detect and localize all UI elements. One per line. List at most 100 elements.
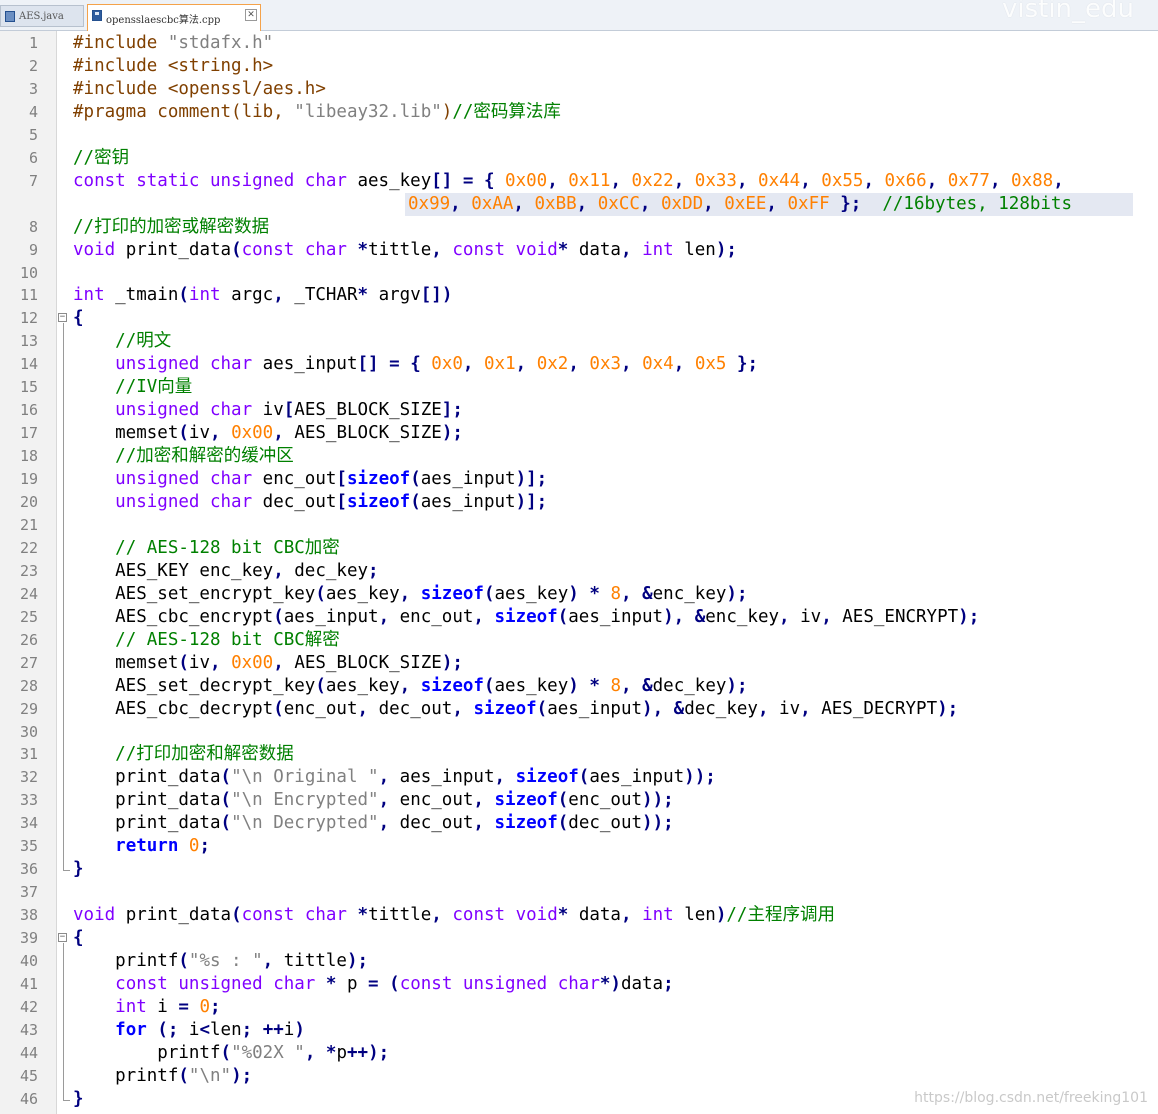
code-token: unsigned char: [115, 469, 253, 490]
code-token: (: [178, 285, 189, 306]
fold-toggle-icon[interactable]: −: [58, 313, 67, 323]
code-token: const unsigned char: [399, 973, 600, 994]
code-token: (: [220, 1042, 232, 1063]
code-token: (: [483, 675, 495, 696]
code-token: 0x33: [694, 170, 737, 191]
code-line: 31 //打印加密和解密数据: [0, 743, 1158, 766]
code-line: 11 int _tmain(int argc, _TCHAR* argv[]): [0, 284, 1158, 307]
code-token: iv: [188, 423, 210, 444]
code-token: const static unsigned char: [73, 170, 347, 191]
code-token: //打印的加密或解密数据: [73, 216, 270, 237]
code-editor[interactable]: 1 #include "stdafx.h" 2 #include <string.h>…: [0, 31, 1158, 1114]
code-line-wrapped: 0x99, 0xAA, 0xBB, 0xCC, 0xDD, 0xEE, 0xFF…: [0, 192, 1158, 216]
code-token: 0x00: [231, 652, 274, 673]
code-token: 0xDD: [661, 193, 704, 214]
code-token: print_data: [73, 790, 221, 811]
code-token: ,: [863, 170, 874, 191]
code-line: 45 printf("\n");: [0, 1065, 1158, 1088]
code-token: ): [568, 583, 579, 604]
code-line: 34 print_data("\n Decrypted", dec_out, s…: [0, 812, 1158, 835]
line-number: 3: [28, 79, 38, 98]
code-text: AES_set_decrypt_key(aes_key, sizeof(aes_…: [73, 675, 747, 698]
code-token: ,: [821, 606, 832, 627]
code-token: 0x2: [536, 354, 569, 375]
code-text: printf("\n");: [73, 1065, 252, 1088]
code-text: //打印加密和解密数据: [73, 743, 294, 766]
code-token: enc_key: [705, 606, 780, 627]
code-token: p: [336, 973, 369, 994]
code-token: "stdafx.h": [167, 33, 274, 53]
code-token: ,: [431, 905, 442, 926]
code-token: aes_key: [325, 675, 400, 696]
code-token: dec_out: [568, 813, 643, 834]
code-token: AES_DECRYPT: [810, 698, 938, 719]
code-token: =: [389, 354, 400, 375]
code-token: );: [726, 675, 748, 696]
close-tab-icon[interactable]: ✕: [245, 9, 257, 21]
code-token: void: [73, 239, 116, 260]
code-token: 0x4: [642, 354, 674, 375]
code-token: (: [410, 469, 421, 490]
code-line: 37: [0, 881, 1158, 904]
code-token: ];: [441, 400, 463, 421]
code-token: &: [694, 606, 706, 627]
code-text: //加密和解密的缓冲区: [73, 445, 294, 468]
code-token: ,: [1053, 170, 1064, 191]
code-token: print_data: [115, 905, 232, 926]
code-token: ,: [378, 606, 390, 627]
code-token: ,: [304, 1042, 316, 1063]
code-token: }: [73, 1088, 84, 1109]
code-text: AES_cbc_encrypt(aes_input, enc_out, size…: [73, 606, 979, 629]
code-token: print_data: [73, 767, 221, 788]
code-token: enc_out: [389, 606, 474, 627]
code-token: aes_input: [420, 492, 516, 512]
code-text: #include <string.h>: [73, 55, 273, 78]
code-token: (: [231, 239, 242, 260]
tab-opensslaescbc-cpp[interactable]: opensslaescbc算法.cpp ✕: [87, 4, 261, 31]
code-line: 41 const unsigned char * p = (const unsi…: [0, 973, 1158, 996]
code-token: []: [431, 170, 453, 191]
code-token: dec_out: [368, 698, 453, 719]
code-token: (: [483, 583, 495, 604]
fold-guide: [63, 943, 64, 1100]
code-token: 0x77: [947, 170, 990, 191]
code-text: int i = 0;: [73, 996, 220, 1019]
code-token: AES_set_decrypt_key: [73, 675, 316, 696]
code-token: 0x55: [821, 170, 864, 191]
line-number: 30: [19, 722, 38, 741]
tab-aes-java[interactable]: AES.java: [0, 5, 84, 27]
code-token: memset: [73, 652, 179, 673]
code-token: ,: [757, 698, 769, 719]
line-number: 40: [19, 952, 38, 970]
fold-toggle-icon[interactable]: −: [58, 933, 67, 943]
code-token: dec_out: [389, 813, 474, 834]
code-token: }: [73, 859, 84, 880]
code-token: &: [642, 583, 653, 604]
code-line: 3 #include <openssl/aes.h>: [0, 78, 1158, 101]
code-line: 6 //密钥: [0, 147, 1158, 170]
code-token: ,: [989, 170, 1001, 191]
code-token: sizeof: [515, 767, 579, 788]
code-token: ,: [800, 698, 811, 719]
code-text: // AES-128 bit CBC解密: [73, 629, 340, 652]
code-token: (: [578, 767, 590, 788]
code-token: ,: [209, 652, 221, 673]
code-line: 16 unsigned char iv[AES_BLOCK_SIZE];: [0, 399, 1158, 422]
code-token: ,: [378, 813, 390, 834]
code-token: ): [568, 675, 579, 696]
code-token: 0: [188, 836, 200, 857]
code-line: 32 print_data("\n Original ", aes_input,…: [0, 766, 1158, 789]
code-token: AES_BLOCK_SIZE: [283, 652, 442, 673]
line-number: 24: [19, 584, 38, 603]
code-text: return 0;: [73, 835, 210, 858]
